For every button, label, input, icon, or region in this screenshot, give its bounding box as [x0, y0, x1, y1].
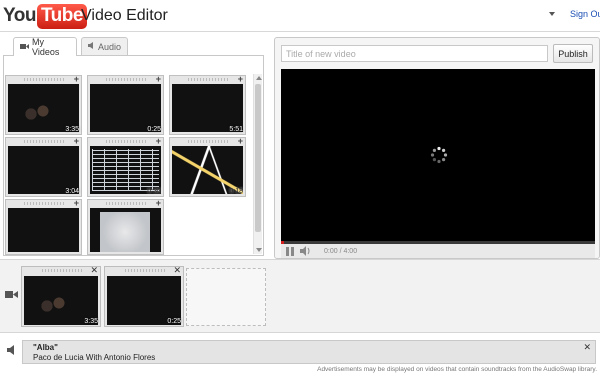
- video-player[interactable]: [281, 69, 595, 241]
- clip-duration: 0:25: [167, 318, 181, 325]
- clip-thumbnail: [8, 84, 79, 132]
- clip-duration: 0:18: [229, 188, 243, 195]
- clip-thumbnail: [172, 146, 243, 194]
- library-clip[interactable]: + 3:04: [5, 137, 82, 197]
- add-clip-icon[interactable]: +: [156, 75, 161, 84]
- add-clip-icon[interactable]: +: [156, 199, 161, 208]
- clip-duration: 0:25: [147, 126, 161, 133]
- speaker-tab-icon: [88, 42, 95, 51]
- video-title-input[interactable]: [281, 45, 548, 62]
- timeline-clip[interactable]: ✕ 0:25: [104, 266, 184, 327]
- scroll-up-icon[interactable]: [256, 76, 262, 80]
- drag-handle[interactable]: [22, 267, 100, 275]
- tab-my-videos-label: My Videos: [32, 37, 60, 57]
- video-editor-app: You Tube Video Editor Sign Out My Videos…: [0, 0, 600, 380]
- clip-duration: 0:30: [147, 188, 161, 195]
- clip-thumbnail: [8, 146, 79, 194]
- library-clip[interactable]: +: [5, 199, 82, 255]
- clip-duration: 3:35: [84, 318, 98, 325]
- add-clip-icon[interactable]: +: [156, 137, 161, 146]
- clip-thumbnail: [172, 84, 243, 132]
- audio-track[interactable]: "Alba" Paco de Lucia With Antonio Flores…: [22, 340, 596, 364]
- library-clip[interactable]: + 0:30: [87, 137, 164, 197]
- publish-button[interactable]: Publish: [553, 44, 593, 63]
- clip-duration: 5:51: [229, 126, 243, 133]
- volume-icon[interactable]: [300, 246, 312, 256]
- clip-duration: 3:04: [65, 188, 79, 195]
- library-clip[interactable]: + 0:18: [169, 137, 246, 197]
- loading-spinner-icon: [430, 146, 448, 164]
- add-clip-icon[interactable]: +: [238, 137, 243, 146]
- clip-thumbnail: [90, 84, 161, 132]
- drag-handle[interactable]: [88, 76, 163, 84]
- library-clip[interactable]: + 0:25: [87, 75, 164, 135]
- drag-handle[interactable]: [6, 76, 81, 84]
- library-clip[interactable]: +: [87, 199, 164, 255]
- remove-audio-icon[interactable]: ✕: [583, 342, 591, 353]
- drag-handle[interactable]: [105, 267, 183, 275]
- time-readout: 0:00 / 4:00: [324, 247, 358, 255]
- add-clip-icon[interactable]: +: [238, 75, 243, 84]
- player-controls: 0:00 / 4:00: [281, 244, 595, 258]
- clip-thumbnail: [90, 146, 161, 194]
- remove-clip-icon[interactable]: ✕: [90, 266, 98, 275]
- drag-handle[interactable]: [6, 200, 81, 208]
- sign-out-link[interactable]: Sign Out: [570, 9, 600, 19]
- add-clip-icon[interactable]: +: [74, 199, 79, 208]
- camera-icon: [20, 43, 29, 52]
- remove-clip-icon[interactable]: ✕: [173, 266, 181, 275]
- scrollbar-thumb[interactable]: [255, 84, 261, 232]
- account-dropdown-icon[interactable]: [549, 12, 555, 16]
- tab-audio-label: Audio: [98, 41, 122, 52]
- page-title: Video Editor: [81, 7, 168, 24]
- audio-track-speaker-icon: [7, 345, 14, 355]
- add-clip-icon[interactable]: +: [74, 75, 79, 84]
- timeline-clip[interactable]: ✕ 3:35: [21, 266, 101, 327]
- library-clip[interactable]: + 3:35: [5, 75, 82, 135]
- tab-audio[interactable]: Audio: [81, 37, 128, 55]
- clip-thumbnail: [8, 208, 79, 252]
- header-divider: [0, 31, 600, 32]
- header: You Tube Video Editor Sign Out: [0, 0, 600, 32]
- storyboard-timeline: ✕ 3:35 ✕ 0:25: [0, 259, 600, 333]
- preview-panel: Publish 0:00 / 4:00: [274, 37, 600, 259]
- audio-track-row: "Alba" Paco de Lucia With Antonio Flores…: [0, 334, 600, 380]
- library-clip[interactable]: + 5:51: [169, 75, 246, 135]
- track-title: "Alba": [33, 343, 58, 352]
- empty-drop-slot[interactable]: [186, 268, 266, 326]
- drag-handle[interactable]: [6, 138, 81, 146]
- video-track-camera-icon: [5, 291, 18, 298]
- library-scrollbar[interactable]: [253, 74, 262, 254]
- logo-tube-text: Tube: [36, 3, 87, 29]
- clip-duration: 3:35: [65, 126, 79, 133]
- drag-handle[interactable]: [170, 138, 245, 146]
- tab-my-videos[interactable]: My Videos: [13, 37, 77, 57]
- scroll-down-icon[interactable]: [256, 248, 262, 252]
- video-library-panel: + 3:35 + 0:25 + 5:51 + 3:04 + 0:30 + 0:1…: [3, 55, 264, 256]
- drag-handle[interactable]: [170, 76, 245, 84]
- audioswap-disclaimer: Advertisements may be displayed on video…: [317, 366, 597, 373]
- youtube-logo[interactable]: You Tube: [3, 3, 87, 29]
- add-clip-icon[interactable]: +: [74, 137, 79, 146]
- logo-you-text: You: [3, 5, 36, 26]
- drag-handle[interactable]: [88, 138, 163, 146]
- clip-thumbnail: [90, 208, 161, 252]
- drag-handle[interactable]: [88, 200, 163, 208]
- pause-icon[interactable]: [285, 246, 295, 256]
- track-artist: Paco de Lucia With Antonio Flores: [33, 353, 156, 362]
